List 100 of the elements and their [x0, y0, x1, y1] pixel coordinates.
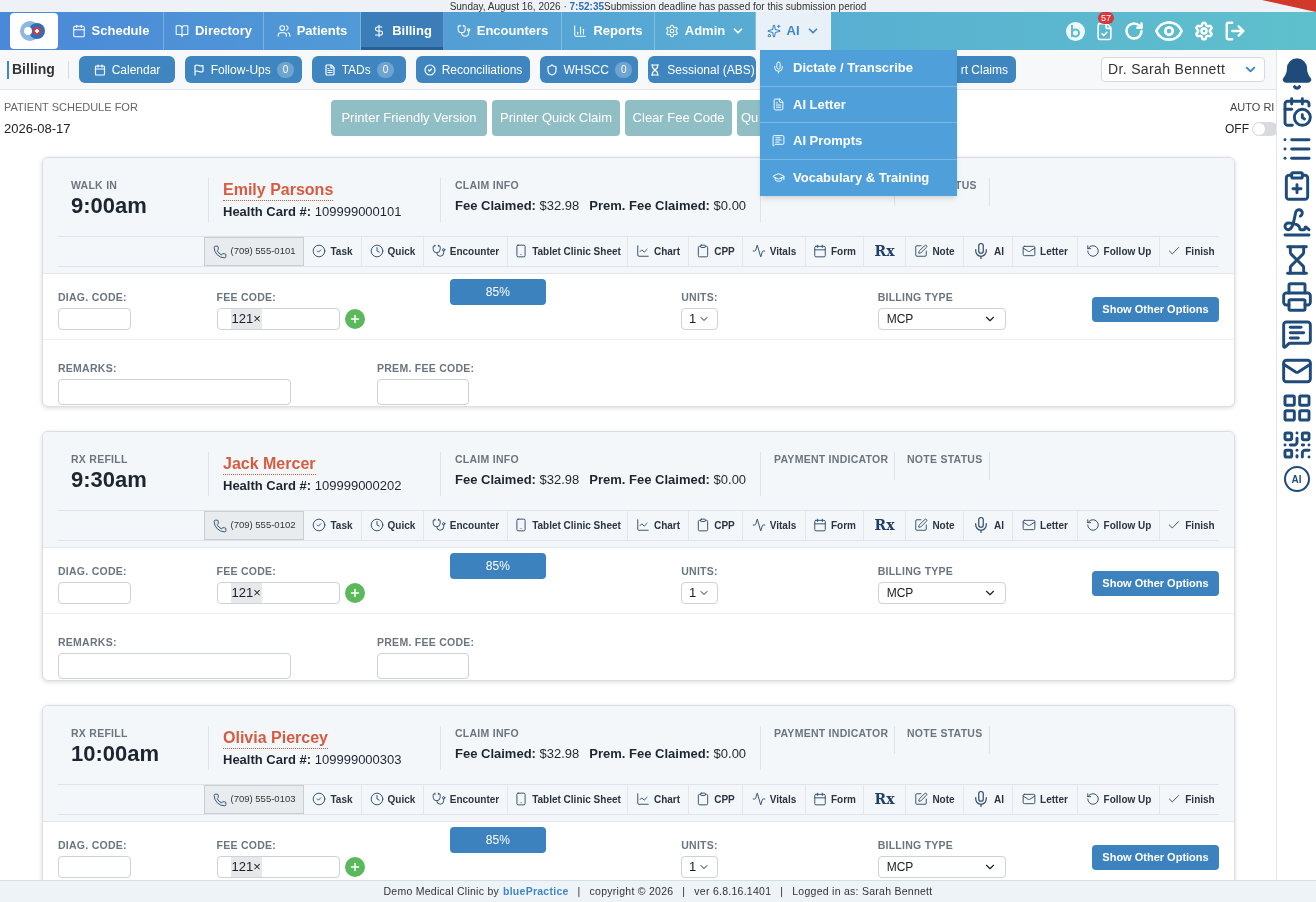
auto-refresh-toggle[interactable] — [1252, 122, 1276, 136]
action-button[interactable]: Vitals — [743, 785, 806, 814]
prem-fee-claimed: Prem. Fee Claimed: $0.00 — [589, 472, 747, 488]
action-button[interactable]: Follow Up — [1078, 237, 1160, 266]
phone-button[interactable]: (709) 555-0101 — [204, 237, 304, 266]
action-button[interactable]: Tablet Clinic Sheet — [508, 511, 628, 540]
diag-code-field[interactable] — [58, 307, 131, 330]
action-button[interactable]: Letter — [1013, 785, 1078, 814]
action-button[interactable]: Tablet Clinic Sheet — [508, 237, 628, 266]
action-button[interactable]: Finish — [1160, 511, 1222, 540]
action-button[interactable]: Encounter — [424, 511, 508, 540]
fee-code-tag[interactable]: 121× — [230, 856, 262, 877]
action-button[interactable]: Finish — [1160, 785, 1222, 814]
action-button[interactable]: CPP — [689, 785, 743, 814]
rx-button[interactable]: Rx — [864, 785, 906, 814]
show-options-button[interactable]: Show Other Options — [1092, 570, 1219, 596]
line-chart-icon — [635, 792, 650, 806]
action-button[interactable]: Form — [806, 785, 864, 814]
subnav-button[interactable]: WHSCC 0 — [540, 56, 638, 83]
action-button[interactable]: Encounter — [424, 237, 508, 266]
action-button[interactable]: Vitals — [743, 237, 806, 266]
action-button[interactable]: Note — [906, 237, 964, 266]
action-button[interactable]: AI — [964, 237, 1013, 266]
action-button[interactable]: CPP — [689, 511, 743, 540]
provider-select[interactable]: Dr. Sarah Bennett — [1101, 57, 1265, 82]
settings-icon[interactable] — [1194, 21, 1214, 41]
field-label: FEE CODE: — [216, 290, 278, 305]
action-button[interactable]: Task — [304, 511, 362, 540]
patient-name-link[interactable]: Emily Parsons — [223, 180, 334, 201]
billing-type-select[interactable]: MCP — [877, 581, 1006, 604]
action-button[interactable]: Letter — [1013, 511, 1078, 540]
refresh-icon[interactable] — [1124, 21, 1144, 41]
phone-button[interactable]: (709) 555-0102 — [204, 511, 304, 540]
billing-type-select[interactable]: MCP — [877, 307, 1006, 330]
fee-code-tag[interactable]: 121× — [230, 308, 262, 329]
claim-info-heading: CLAIM INFO — [455, 726, 520, 740]
units-select[interactable]: 1 — [681, 855, 719, 878]
action-button[interactable]: Quick — [362, 785, 424, 814]
fee-code-field[interactable]: 121× — [216, 307, 340, 330]
phone-button[interactable]: (709) 555-0103 — [204, 785, 304, 814]
units-select[interactable]: 1 — [681, 307, 719, 330]
subnav-button[interactable]: Calendar — [79, 56, 175, 83]
plus-icon — [348, 860, 361, 873]
action-button[interactable]: Letter — [1013, 237, 1078, 266]
action-button[interactable]: Task — [304, 785, 362, 814]
fee-code-field[interactable]: 121× — [216, 855, 340, 878]
diag-code-field[interactable] — [58, 581, 131, 604]
phone-icon — [212, 244, 227, 259]
rx-button[interactable]: Rx — [864, 511, 906, 540]
action-button[interactable]: Note — [906, 511, 964, 540]
action-button[interactable]: Quick — [362, 511, 424, 540]
add-button[interactable] — [344, 308, 365, 329]
remarks-field[interactable] — [58, 378, 291, 405]
fax-icon[interactable] — [1280, 281, 1313, 313]
show-options-button[interactable]: Show Other Options — [1092, 296, 1219, 322]
action-button[interactable]: Chart — [628, 785, 689, 814]
show-options-button[interactable]: Show Other Options — [1092, 844, 1219, 870]
action-button[interactable]: AI — [964, 511, 1013, 540]
add-button[interactable] — [344, 856, 365, 877]
action-button[interactable]: Chart — [628, 511, 689, 540]
action-button[interactable]: Task — [304, 237, 362, 266]
nav-tab[interactable]: Billing — [361, 12, 444, 50]
fee-code-field[interactable]: 121× — [216, 581, 340, 604]
document-icon[interactable] — [1095, 21, 1114, 41]
ai-assistant-button[interactable]: AI — [1283, 466, 1310, 492]
action-button[interactable]: Follow Up — [1078, 785, 1160, 814]
subnav-button[interactable]: Reconciliations — [416, 56, 530, 83]
logo[interactable] — [10, 13, 58, 49]
add-button[interactable] — [344, 582, 365, 603]
prem-fee-code-field[interactable] — [377, 378, 469, 405]
action-button[interactable]: Follow Up — [1078, 511, 1160, 540]
subnav-button[interactable]: Follow-Ups 0 — [185, 56, 302, 83]
units-select[interactable]: 1 — [681, 581, 719, 604]
action-button[interactable]: AI — [964, 785, 1013, 814]
subnav-button[interactable]: TADs 0 — [312, 56, 406, 83]
billing-type-select[interactable]: MCP — [877, 855, 1006, 878]
action-button[interactable]: Form — [806, 237, 864, 266]
prem-fee-code-field[interactable] — [377, 652, 469, 679]
subnav-button[interactable]: Sessional (ABS) — [648, 56, 756, 83]
remarks-field[interactable] — [58, 652, 291, 679]
footer-text: ver 6.8.16.1401 — [694, 883, 772, 899]
fee-code-tag[interactable]: 121× — [230, 582, 262, 603]
logout-icon[interactable] — [1224, 20, 1246, 42]
rx-button[interactable]: Rx — [864, 237, 906, 266]
diag-code-field[interactable] — [58, 855, 131, 878]
action-button[interactable]: Finish — [1160, 237, 1222, 266]
tablet-icon — [514, 518, 529, 532]
patient-name-link[interactable]: Jack Mercer — [223, 454, 316, 475]
action-button[interactable]: Encounter — [424, 785, 508, 814]
action-button[interactable]: Chart — [628, 237, 689, 266]
chat-icon[interactable] — [1280, 318, 1313, 350]
action-button[interactable]: Vitals — [743, 511, 806, 540]
action-button[interactable]: Form — [806, 511, 864, 540]
action-button[interactable]: Tablet Clinic Sheet — [508, 785, 628, 814]
profile-icon[interactable] — [1066, 21, 1085, 41]
patient-name-link[interactable]: Olivia Piercey — [223, 728, 328, 749]
action-button[interactable]: CPP — [689, 237, 743, 266]
action-button[interactable]: Note — [906, 785, 964, 814]
tablet-icon — [514, 244, 529, 258]
action-button[interactable]: Quick — [362, 237, 424, 266]
